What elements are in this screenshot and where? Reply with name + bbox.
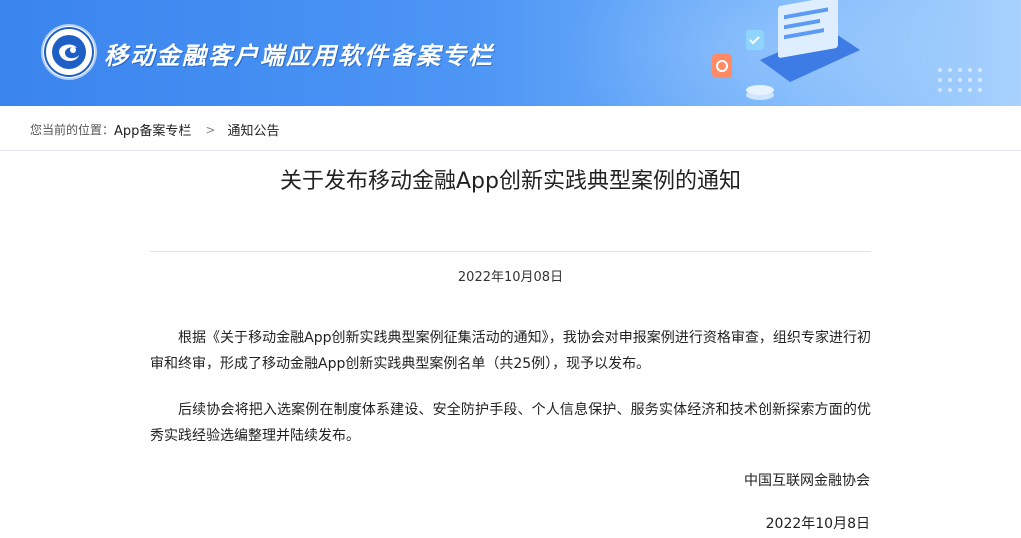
signature-organization: 中国互联网金融协会	[744, 473, 870, 489]
site-title: 移动金融客户端应用软件备案专栏	[104, 41, 494, 70]
breadcrumb-link-app-filing[interactable]: App备案专栏	[114, 120, 191, 139]
chevron-right-icon: >	[205, 122, 216, 137]
breadcrumb: 您当前的位置： App备案专栏 > 通知公告	[30, 120, 280, 140]
article-paragraph-1: 根据《关于移动金融App创新实践典型案例征集活动的通知》，我协会对申报案例进行资…	[150, 330, 871, 372]
article-paragraph-2: 后续协会将把入选案例在制度体系建设、安全防护手段、个人信息保护、服务实体经济和技…	[150, 402, 871, 444]
finance-illustration-icon	[712, 0, 860, 100]
title-divider	[150, 251, 871, 252]
nifa-logo[interactable]	[43, 26, 95, 78]
breadcrumb-bar: 您当前的位置： App备案专栏 > 通知公告	[0, 106, 1021, 151]
dot-pattern-icon	[938, 68, 982, 92]
article-title: 关于发布移动金融App创新实践典型案例的通知	[280, 169, 741, 194]
breadcrumb-label: 您当前的位置：	[30, 123, 115, 137]
breadcrumb-link-notices[interactable]: 通知公告	[227, 120, 279, 139]
article-date: 2022年10月08日	[457, 270, 564, 285]
nifa-logo-icon	[44, 27, 94, 77]
header-banner: 移动金融客户端应用软件备案专栏	[0, 0, 1021, 106]
signature-date: 2022年10月8日	[765, 516, 870, 532]
